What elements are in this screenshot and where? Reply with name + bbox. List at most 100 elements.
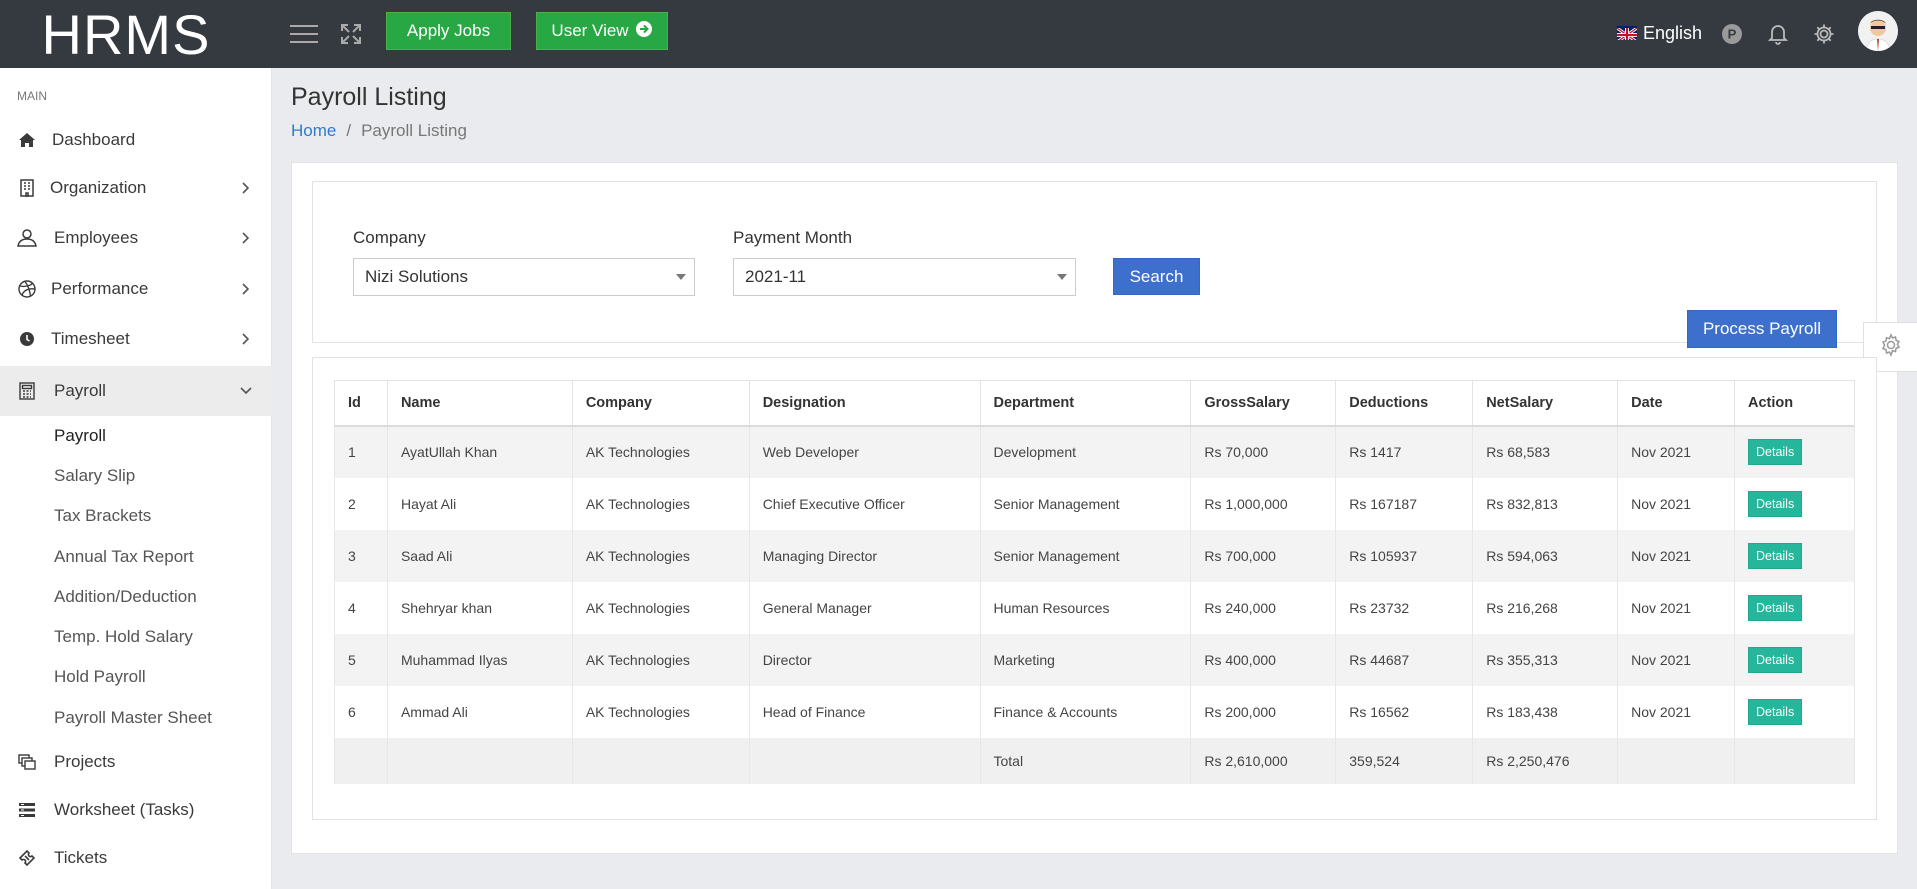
sidebar-subitem-addition-deduction[interactable]: Addition/Deduction (54, 583, 197, 611)
payment-month-value: 2021-11 (745, 267, 807, 286)
fullscreen-icon[interactable] (335, 18, 367, 50)
user-avatar[interactable] (1858, 11, 1898, 51)
menu-icon[interactable] (288, 18, 320, 50)
cell-company: AK Technologies (571, 685, 750, 738)
table-row: 4 Shehryar khan AK Technologies General … (334, 581, 1855, 634)
details-button[interactable]: Details (1748, 698, 1803, 725)
column-header-net-salary[interactable]: NetSalary (1472, 380, 1619, 427)
company-label: Company (353, 228, 426, 247)
sidebar-item-tickets[interactable]: Tickets (0, 835, 272, 881)
total-gross-salary: Rs 2,610,000 (1190, 737, 1337, 784)
sidebar-section-main: MAIN (17, 89, 47, 103)
cell-gross-salary: Rs 70,000 (1190, 425, 1337, 478)
sidebar-subitem-payroll[interactable]: Payroll (54, 422, 106, 450)
sidebar-item-employees[interactable]: Employees (0, 215, 272, 261)
process-payroll-button[interactable]: Process Payroll (1687, 310, 1837, 348)
cell-department: Development (979, 425, 1192, 478)
sidebar-item-label: Dashboard (52, 130, 136, 149)
gear-icon[interactable] (1808, 18, 1840, 50)
cell-action: Details (1734, 685, 1855, 738)
cell-designation: Managing Director (748, 529, 981, 582)
details-button[interactable]: Details (1748, 542, 1803, 569)
cell-date: Nov 2021 (1617, 685, 1735, 738)
table-header-row: Id Name Company Designation Department G… (334, 380, 1855, 427)
sidebar-item-label: Timesheet (51, 329, 130, 348)
cell-department: Marketing (979, 633, 1192, 686)
table-row: 1 AyatUllah Khan AK Technologies Web Dev… (334, 425, 1855, 478)
cell-company: AK Technologies (571, 633, 750, 686)
ticket-icon (17, 848, 37, 868)
column-header-date[interactable]: Date (1617, 380, 1735, 427)
cell-net-salary: Rs 594,063 (1472, 529, 1619, 582)
cell-gross-salary: Rs 1,000,000 (1190, 477, 1337, 530)
payment-month-select[interactable]: 2021-11 (733, 258, 1076, 296)
cell-company: AK Technologies (571, 581, 750, 634)
total-label: Total (979, 737, 1192, 784)
sidebar-subitem-annual-tax-report[interactable]: Annual Tax Report (54, 543, 194, 571)
sidebar-subitem-tax-brackets[interactable]: Tax Brackets (54, 502, 151, 530)
bell-icon[interactable] (1762, 18, 1794, 50)
column-header-company[interactable]: Company (571, 380, 750, 427)
top-bar: HRMS Apply Jobs User View English P (0, 0, 1917, 68)
cell-date: Nov 2021 (1617, 477, 1735, 530)
details-button[interactable]: Details (1748, 646, 1803, 673)
column-header-deductions[interactable]: Deductions (1335, 380, 1474, 427)
company-select[interactable]: Nizi Solutions (353, 258, 695, 296)
cell-net-salary: Rs 68,583 (1472, 425, 1619, 478)
sidebar-item-label: Performance (51, 279, 149, 298)
chevron-right-icon (240, 333, 252, 345)
cell-empty (1734, 737, 1855, 784)
breadcrumb-home-link[interactable]: Home (291, 121, 336, 141)
user-view-button[interactable]: User View (536, 12, 668, 50)
sidebar-item-worksheet[interactable]: Worksheet (Tasks) (0, 787, 272, 833)
chevron-right-icon (240, 283, 252, 295)
search-button[interactable]: Search (1113, 258, 1200, 295)
sidebar-item-label: Tickets (54, 848, 108, 867)
cell-company: AK Technologies (571, 477, 750, 530)
sidebar-item-organization[interactable]: Organization (0, 165, 272, 211)
cell-name: Saad Ali (386, 529, 573, 582)
sidebar-item-timesheet[interactable]: Timesheet (0, 316, 272, 362)
app-logo[interactable]: HRMS (0, 0, 272, 68)
cell-designation: General Manager (748, 581, 981, 634)
caret-down-icon (676, 274, 686, 280)
sidebar-subitem-salary-slip[interactable]: Salary Slip (54, 462, 135, 490)
p-badge-icon[interactable]: P (1716, 18, 1748, 50)
cell-gross-salary: Rs 700,000 (1190, 529, 1337, 582)
column-header-id[interactable]: Id (334, 380, 388, 427)
list-icon (17, 800, 37, 820)
sidebar-item-label: Payroll (54, 381, 106, 400)
cell-deductions: Rs 105937 (1335, 529, 1474, 582)
table-row: 5 Muhammad Ilyas AK Technologies Directo… (334, 633, 1855, 686)
breadcrumb-separator: / (346, 121, 352, 140)
breadcrumb: Home / Payroll Listing (291, 121, 467, 141)
cell-designation: Chief Executive Officer (748, 477, 981, 530)
language-selector[interactable]: English (1617, 20, 1702, 46)
sidebar-item-performance[interactable]: Performance (0, 266, 272, 312)
cell-department: Human Resources (979, 581, 1192, 634)
column-header-department[interactable]: Department (979, 380, 1192, 427)
cell-id: 2 (334, 477, 388, 530)
sidebar-subitem-temp-hold-salary[interactable]: Temp. Hold Salary (54, 623, 193, 651)
cell-designation: Web Developer (748, 425, 981, 478)
building-icon (17, 178, 37, 198)
cell-empty (748, 737, 981, 784)
apply-jobs-button[interactable]: Apply Jobs (386, 12, 511, 50)
details-button[interactable]: Details (1748, 490, 1803, 517)
column-header-gross-salary[interactable]: GrossSalary (1190, 380, 1337, 427)
sidebar-subitem-hold-payroll[interactable]: Hold Payroll (54, 663, 146, 691)
cell-net-salary: Rs 355,313 (1472, 633, 1619, 686)
column-header-name[interactable]: Name (386, 380, 573, 427)
sidebar-subitem-payroll-master-sheet[interactable]: Payroll Master Sheet (54, 704, 212, 732)
details-button[interactable]: Details (1748, 439, 1803, 465)
cell-action: Details (1734, 581, 1855, 634)
cell-action: Details (1734, 425, 1855, 478)
sidebar-item-dashboard[interactable]: Dashboard (0, 117, 272, 163)
column-header-designation[interactable]: Designation (748, 380, 981, 427)
cell-net-salary: Rs 183,438 (1472, 685, 1619, 738)
details-button[interactable]: Details (1748, 594, 1803, 621)
cell-company: AK Technologies (571, 425, 750, 478)
sidebar-item-projects[interactable]: Projects (0, 739, 272, 785)
sidebar-item-payroll[interactable]: Payroll (0, 366, 272, 416)
chevron-right-icon (240, 182, 252, 194)
